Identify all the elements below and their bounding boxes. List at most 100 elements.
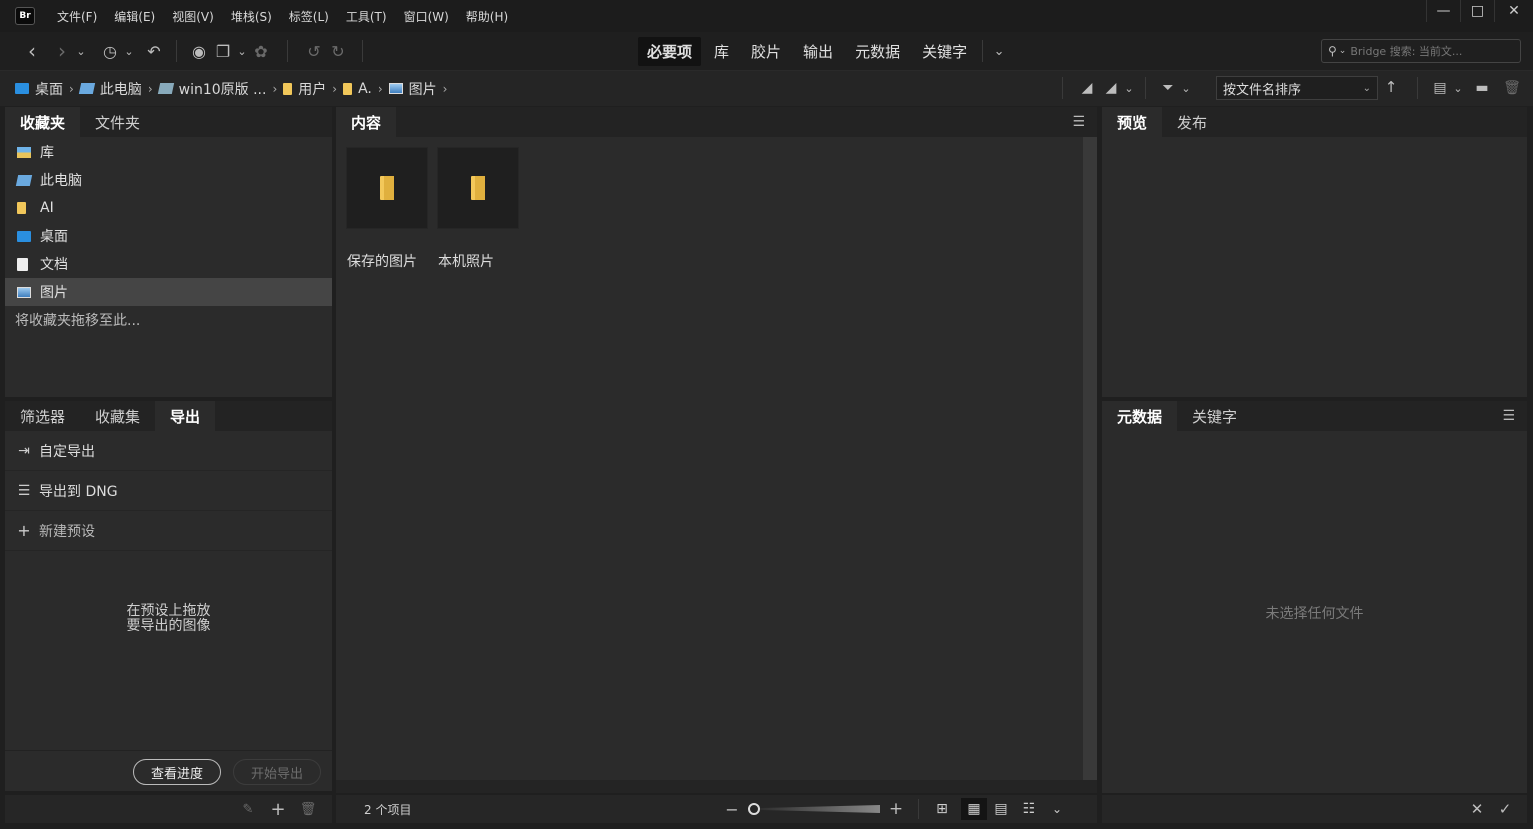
tab-folders[interactable]: 文件夹	[80, 107, 155, 137]
add-icon[interactable]: +	[266, 799, 290, 820]
content-item-camera-roll[interactable]: 本机照片	[437, 147, 519, 271]
favorite-documents[interactable]: 文档	[5, 250, 332, 278]
workspace-keywords[interactable]: 关键字	[913, 37, 976, 66]
favorite-ai[interactable]: AI	[5, 194, 332, 222]
panel-menu-icon[interactable]: ☰	[1502, 408, 1515, 431]
pencil-icon[interactable]: ✎	[236, 802, 260, 817]
content-item-saved[interactable]: 保存的图片	[346, 147, 428, 271]
grid-lock-icon[interactable]: ⊞	[927, 801, 957, 817]
chevron-down-icon[interactable]: ⌄	[1452, 82, 1464, 95]
chevron-right-icon[interactable]: ›	[148, 82, 153, 96]
chevron-down-icon[interactable]: ⌄	[122, 45, 136, 58]
chevron-right-icon[interactable]: ›	[378, 82, 383, 96]
workspace-metadata[interactable]: 元数据	[846, 37, 909, 66]
crumb-drive[interactable]: win10原版 ...	[179, 79, 267, 99]
tab-content[interactable]: 内容	[336, 107, 397, 137]
vertical-scrollbar[interactable]	[1083, 137, 1097, 780]
export-row-label: 自定导出	[39, 443, 95, 460]
copy-icon[interactable]: ❐	[211, 42, 235, 61]
menu-view[interactable]: 视图(V)	[172, 8, 214, 25]
sort-ascending-icon[interactable]: ↑	[1379, 78, 1403, 96]
favorite-desktop[interactable]: 桌面	[5, 222, 332, 250]
slider-thumb[interactable]	[748, 803, 760, 815]
search-input[interactable]: ⚲ ⌄ Bridge 搜索: 当前文...	[1321, 39, 1521, 63]
workspace-essentials[interactable]: 必要项	[638, 36, 702, 66]
menu-edit[interactable]: 编辑(E)	[114, 8, 155, 25]
minimize-button[interactable]: —	[1426, 0, 1460, 22]
start-export-button[interactable]: 开始导出	[233, 759, 321, 785]
recent-folders-icon[interactable]: ▤	[1428, 80, 1452, 96]
zoom-out-icon[interactable]: −	[720, 800, 744, 819]
chevron-down-icon[interactable]: ⌄	[74, 45, 88, 58]
new-preset[interactable]: + 新建预设	[5, 511, 332, 551]
history-icon[interactable]: ◷	[98, 42, 122, 61]
tab-preview[interactable]: 预览	[1102, 107, 1163, 137]
workspace-filmstrip[interactable]: 胶片	[742, 37, 790, 66]
chevron-right-icon[interactable]: ›	[272, 82, 277, 96]
folder-thumbnail[interactable]	[346, 147, 428, 229]
details-view-icon[interactable]: ▤	[987, 801, 1015, 817]
new-folder-icon[interactable]: ▬	[1470, 80, 1494, 96]
workspace-more-icon[interactable]: ⌄	[987, 44, 1011, 59]
close-button[interactable]: ✕	[1494, 0, 1533, 22]
chevron-down-icon[interactable]: ⌄	[1043, 802, 1071, 816]
boomerang-icon[interactable]: ↶	[142, 42, 166, 61]
export-custom[interactable]: ⇥ 自定导出	[5, 431, 332, 471]
menu-help[interactable]: 帮助(H)	[466, 8, 508, 25]
panel-menu-icon[interactable]: ☰	[1072, 114, 1085, 137]
workspace-output[interactable]: 输出	[794, 37, 842, 66]
thumbnail-size-slider[interactable]	[748, 802, 880, 816]
rotate-right-icon[interactable]: ↻	[326, 42, 350, 61]
crumb-computer[interactable]: 此电脑	[100, 79, 142, 99]
workspace-libraries[interactable]: 库	[705, 37, 738, 66]
horizontal-scrollbar[interactable]	[336, 780, 1097, 793]
sort-select[interactable]: 按文件名排序 ⌄	[1216, 76, 1378, 100]
favorite-computer[interactable]: 此电脑	[5, 166, 332, 194]
folder-thumbnail[interactable]	[437, 147, 519, 229]
zoom-in-icon[interactable]: +	[884, 799, 908, 819]
crumb-user[interactable]: A.	[358, 81, 372, 97]
camera-icon[interactable]: ◉	[187, 42, 211, 61]
crumb-users[interactable]: 用户	[298, 79, 326, 99]
tab-favorites[interactable]: 收藏夹	[5, 107, 81, 137]
forward-icon[interactable]: ›	[50, 39, 74, 63]
chevron-down-icon[interactable]: ⌄	[235, 45, 249, 58]
thumbnail-view-icon[interactable]: ▦	[961, 798, 987, 820]
crumb-desktop[interactable]: 桌面	[35, 79, 63, 99]
rotate-left-icon[interactable]: ↺	[302, 42, 326, 61]
tab-publish[interactable]: 发布	[1162, 107, 1222, 137]
chevron-right-icon[interactable]: ›	[69, 82, 74, 96]
back-icon[interactable]: ‹	[20, 39, 44, 63]
apply-icon[interactable]: ✓	[1493, 800, 1517, 818]
favorite-label: 库	[40, 145, 54, 161]
chevron-right-icon[interactable]: ›	[332, 82, 337, 96]
filter-icon[interactable]: ⏷	[1156, 80, 1180, 96]
menu-window[interactable]: 窗口(W)	[404, 8, 449, 25]
menu-file[interactable]: 文件(F)	[57, 8, 97, 25]
trash-icon[interactable]: 🗑	[1500, 80, 1524, 96]
view-progress-button[interactable]: 查看进度	[133, 759, 221, 785]
refine-icon[interactable]: ✿	[249, 42, 273, 61]
quality-icon[interactable]: ◢	[1075, 80, 1099, 96]
maximize-button[interactable]: □	[1460, 0, 1494, 22]
tab-export[interactable]: 导出	[155, 401, 216, 431]
chevron-right-icon[interactable]: ›	[443, 82, 448, 96]
tab-keywords[interactable]: 关键字	[1177, 401, 1252, 431]
favorite-pictures[interactable]: 图片	[5, 278, 332, 306]
chevron-down-icon[interactable]: ⌄	[1123, 82, 1135, 95]
tab-collections[interactable]: 收藏集	[80, 401, 155, 431]
trash-icon[interactable]: 🗑	[296, 802, 320, 817]
tab-filter[interactable]: 筛选器	[5, 401, 80, 431]
favorite-library[interactable]: 库	[5, 138, 332, 166]
rating-filter-icon[interactable]: ◢	[1099, 80, 1123, 96]
export-dng[interactable]: ☰ 导出到 DNG	[5, 471, 332, 511]
workspace-switcher: 必要项 库 胶片 输出 元数据 关键字 ⌄	[636, 36, 1011, 66]
tab-metadata[interactable]: 元数据	[1102, 401, 1178, 431]
list-view-icon[interactable]: ☷	[1015, 801, 1043, 817]
menu-tools[interactable]: 工具(T)	[346, 8, 387, 25]
chevron-down-icon[interactable]: ⌄	[1180, 82, 1192, 95]
menu-stack[interactable]: 堆栈(S)	[231, 8, 272, 25]
crumb-pictures[interactable]: 图片	[409, 79, 437, 99]
cancel-icon[interactable]: ✕	[1465, 800, 1489, 818]
menu-label[interactable]: 标签(L)	[289, 8, 329, 25]
